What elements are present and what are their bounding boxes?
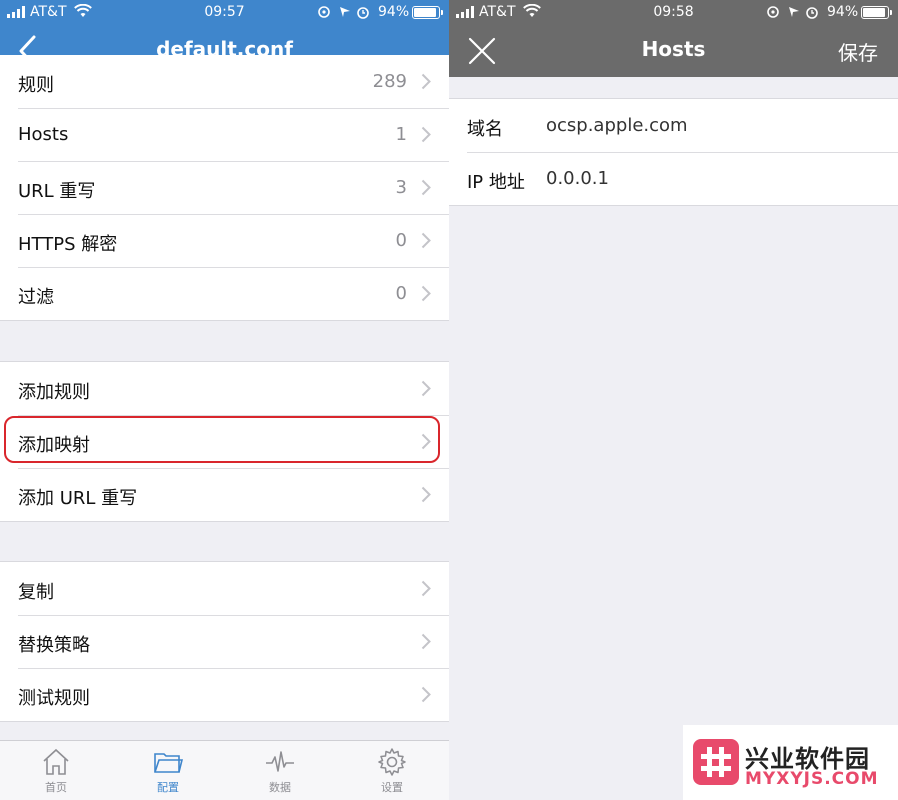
list-item-copy[interactable]: 复制: [0, 562, 449, 615]
ip-row: IP 地址 0.0.0.1: [449, 152, 898, 205]
tab-home[interactable]: 首页: [0, 741, 112, 800]
chevron-right-icon: [421, 633, 431, 650]
misc-actions-group: 复制 替换策略 测试规则: [0, 561, 449, 722]
chevron-right-icon: [421, 580, 431, 597]
page-title: Hosts: [641, 37, 706, 61]
chevron-right-icon: [421, 486, 431, 503]
list-item-replace-policy[interactable]: 替换策略: [0, 615, 449, 668]
nav-bar: AT&T 09:58 94% Hosts 保存: [449, 0, 898, 77]
list-item-test-rule[interactable]: 测试规则: [0, 668, 449, 721]
pulse-icon: [266, 751, 294, 772]
watermark: 兴业软件园 MYXYJS.COM: [683, 725, 898, 800]
status-icons: [318, 6, 369, 19]
chevron-right-icon: [421, 686, 431, 703]
home-icon: [43, 748, 69, 775]
list-item-add-rule[interactable]: 添加规则: [0, 362, 449, 415]
battery-percent: 94%: [378, 4, 410, 20]
tab-bar: 首页 配置 数据 设置: [0, 740, 449, 800]
chevron-right-icon: [421, 179, 431, 196]
tab-config[interactable]: 配置: [112, 741, 224, 800]
list-item-hosts[interactable]: Hosts 1: [0, 108, 449, 161]
stats-group: 规则 289 Hosts 1 URL 重写 3 HTTPS 解密 0 过滤 0: [0, 55, 449, 321]
battery-percent: 94%: [827, 4, 859, 20]
list-item-filter[interactable]: 过滤 0: [0, 267, 449, 320]
chevron-right-icon: [421, 285, 431, 302]
chevron-right-icon: [421, 232, 431, 249]
folder-icon: [154, 753, 183, 773]
battery-icon: [412, 6, 443, 19]
ip-field[interactable]: 0.0.0.1: [546, 168, 609, 189]
watermark-domain: MYXYJS.COM: [745, 769, 879, 789]
domain-field[interactable]: ocsp.apple.com: [546, 115, 688, 136]
chevron-right-icon: [421, 126, 431, 143]
hash-logo-icon: [693, 739, 739, 785]
hosts-form: 域名 ocsp.apple.com IP 地址 0.0.0.1: [449, 98, 898, 206]
domain-row: 域名 ocsp.apple.com: [449, 99, 898, 152]
status-bar: AT&T 09:58 94%: [449, 0, 898, 26]
tab-data[interactable]: 数据: [224, 741, 336, 800]
status-icons: [767, 6, 818, 19]
ip-label: IP 地址: [467, 172, 525, 193]
tab-settings[interactable]: 设置: [336, 741, 448, 800]
list-item-url-rewrite[interactable]: URL 重写 3: [0, 161, 449, 214]
list-item-https-decrypt[interactable]: HTTPS 解密 0: [0, 214, 449, 267]
highlight-annotation: [4, 416, 440, 463]
list-item-add-url-rewrite[interactable]: 添加 URL 重写: [0, 468, 449, 521]
status-bar: AT&T 09:57 94%: [0, 0, 449, 26]
chevron-right-icon: [421, 380, 431, 397]
config-screen: AT&T 09:57 94% default.conf 规则 289 Hosts…: [0, 0, 449, 800]
list-item-rules[interactable]: 规则 289: [0, 55, 449, 108]
gear-icon: [378, 748, 406, 776]
save-button[interactable]: 保存: [838, 37, 878, 66]
battery-icon: [861, 6, 892, 19]
hosts-editor-screen: AT&T 09:58 94% Hosts 保存 域名 ocsp.apple.co…: [449, 0, 898, 800]
chevron-right-icon: [421, 73, 431, 90]
domain-label: 域名: [467, 119, 503, 140]
